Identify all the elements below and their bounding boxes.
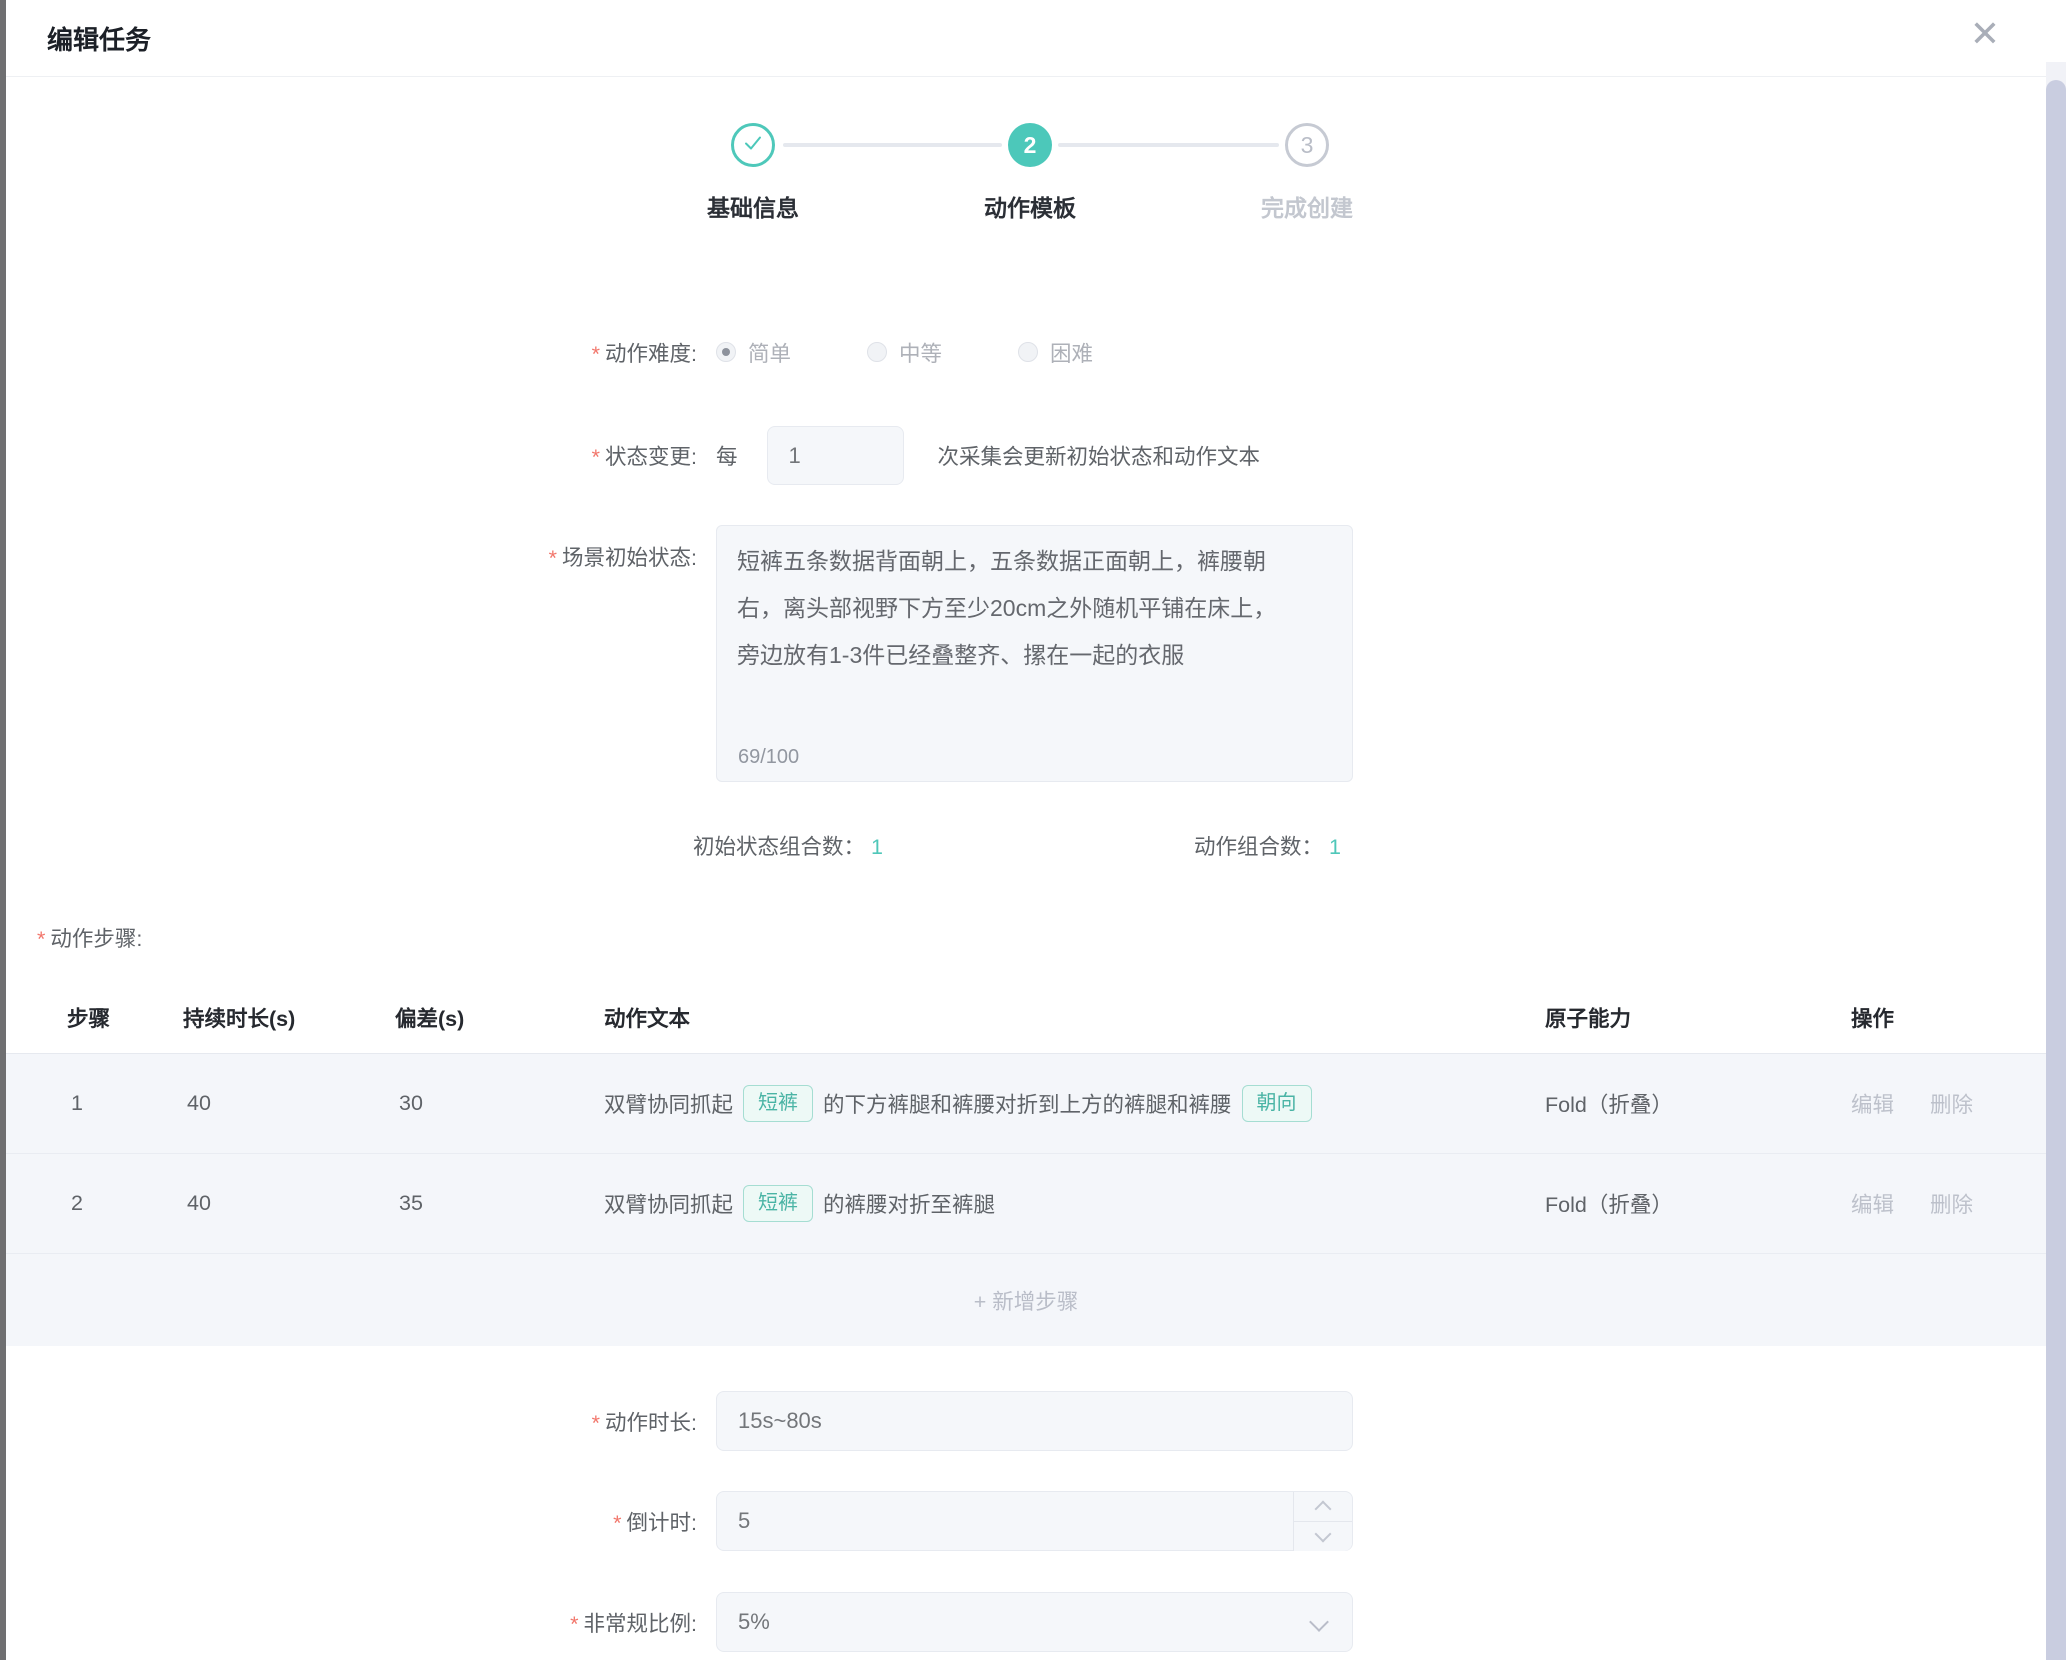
difficulty-label: *动作难度:	[6, 337, 697, 368]
increment-button[interactable]	[1293, 1492, 1352, 1521]
state-change-prefix: 每	[716, 440, 738, 471]
steps-table-header: 步骤 持续时长(s) 偏差(s) 动作文本 原子能力 操作	[6, 978, 2046, 1054]
radio-easy-circle[interactable]	[716, 342, 736, 362]
orientation-tag: 朝向	[1242, 1085, 1312, 1122]
cell-step: 1	[71, 1054, 83, 1153]
dialog-title: 编辑任务	[47, 20, 151, 57]
action-duration-input[interactable]: 15s~80s	[716, 1391, 1353, 1451]
action-text-part: 双臂协同抓起	[604, 1188, 733, 1219]
radio-medium-circle[interactable]	[867, 342, 887, 362]
radio-easy[interactable]: 简单	[716, 337, 791, 368]
radio-hard[interactable]: 困难	[1018, 337, 1093, 368]
cell-step: 2	[71, 1154, 83, 1253]
check-icon	[741, 131, 765, 160]
step-3-pending-circle: 3	[1285, 123, 1329, 167]
action-combo-count: 动作组合数：1	[1194, 830, 1341, 861]
required-asterisk: *	[613, 1511, 621, 1535]
step-2-number: 2	[1024, 132, 1037, 159]
state-change-suffix: 次采集会更新初始状态和动作文本	[938, 440, 1261, 471]
state-change-label: *状态变更:	[6, 440, 697, 471]
col-ability: 原子能力	[1545, 1002, 1631, 1033]
countdown-input[interactable]: 5	[716, 1491, 1353, 1551]
initial-combo-count: 初始状态组合数：1	[693, 830, 883, 861]
edit-task-dialog: 编辑任务 ✕ 2 3 基础信息 动作模板 完成创建 *动作难度: 简单 中等	[0, 0, 2066, 1660]
action-text-part: 的裤腰对折至裤腿	[823, 1188, 995, 1219]
edit-link[interactable]: 编辑	[1851, 1054, 1894, 1153]
difficulty-row: *动作难度: 简单 中等 困难	[6, 330, 1406, 374]
action-steps-label: *动作步骤:	[37, 922, 142, 953]
initial-state-text: 短裤五条数据背面朝上，五条数据正面朝上，裤腰朝右，离头部视野下方至少20cm之外…	[737, 538, 1282, 679]
cell-action-text: 双臂协同抓起 短裤 的裤腰对折至裤腿	[604, 1154, 995, 1253]
step-2-label: 动作模板	[900, 189, 1160, 223]
initial-combo-label: 初始状态组合数：	[693, 835, 865, 859]
step-2-active-circle: 2	[1008, 123, 1052, 167]
char-counter: 69/100	[738, 746, 799, 769]
countdown-label: *倒计时:	[6, 1506, 697, 1537]
cell-deviation: 30	[399, 1054, 423, 1153]
col-step: 步骤	[67, 1002, 110, 1033]
state-change-row: *状态变更: 每 1 次采集会更新初始状态和动作文本	[6, 426, 1806, 485]
dialog-header: 编辑任务 ✕	[6, 0, 2046, 77]
initial-state-label: *场景初始状态:	[6, 525, 697, 572]
table-row: 1 40 30 双臂协同抓起 短裤 的下方裤腿和裤腰对折到上方的裤腿和裤腰 朝向…	[6, 1054, 2046, 1154]
action-combo-value: 1	[1329, 835, 1341, 859]
action-text-part: 双臂协同抓起	[604, 1088, 733, 1119]
edit-link[interactable]: 编辑	[1851, 1154, 1894, 1253]
required-asterisk: *	[592, 342, 600, 366]
step-connector	[783, 143, 1002, 147]
cell-action-text: 双臂协同抓起 短裤 的下方裤腿和裤腰对折到上方的裤腿和裤腰 朝向	[604, 1054, 1322, 1153]
chevron-down-icon	[1309, 1612, 1329, 1632]
add-step-button[interactable]: + 新增步骤	[6, 1254, 2046, 1346]
action-duration-label: *动作时长:	[6, 1406, 697, 1437]
chevron-up-icon	[1315, 1501, 1332, 1518]
state-change-input[interactable]: 1	[767, 426, 904, 485]
radio-hard-label: 困难	[1050, 337, 1093, 368]
delete-link[interactable]: 删除	[1930, 1054, 1973, 1153]
initial-combo-value: 1	[871, 835, 883, 859]
object-tag: 短裤	[743, 1185, 813, 1222]
action-text-part: 的下方裤腿和裤腰对折到上方的裤腿和裤腰	[823, 1088, 1232, 1119]
col-operations: 操作	[1851, 1002, 1894, 1033]
required-asterisk: *	[37, 927, 45, 951]
steps-table-body: 1 40 30 双臂协同抓起 短裤 的下方裤腿和裤腰对折到上方的裤腿和裤腰 朝向…	[6, 1054, 2046, 1346]
required-asterisk: *	[592, 445, 600, 469]
initial-state-textarea[interactable]: 短裤五条数据背面朝上，五条数据正面朝上，裤腰朝右，离头部视野下方至少20cm之外…	[716, 525, 1353, 782]
radio-medium-label: 中等	[899, 337, 942, 368]
countdown-row: *倒计时: 5	[6, 1491, 1406, 1551]
step-3-label: 完成创建	[1177, 189, 1437, 223]
cell-deviation: 35	[399, 1154, 423, 1253]
cell-ability: Fold（折叠）	[1545, 1054, 1673, 1153]
unusual-ratio-label: *非常规比例:	[6, 1607, 697, 1638]
cell-duration: 40	[187, 1054, 211, 1153]
required-asterisk: *	[549, 546, 557, 570]
required-asterisk: *	[570, 1612, 578, 1636]
radio-medium[interactable]: 中等	[867, 337, 942, 368]
difficulty-radio-group: 简单 中等 困难	[716, 337, 1169, 368]
cell-duration: 40	[187, 1154, 211, 1253]
chevron-down-icon	[1315, 1526, 1332, 1543]
required-asterisk: *	[592, 1411, 600, 1435]
radio-easy-label: 简单	[748, 337, 791, 368]
step-connector	[1058, 143, 1279, 147]
step-1-done-circle	[731, 123, 775, 167]
modal-backdrop-edge	[0, 0, 6, 1660]
action-combo-label: 动作组合数：	[1194, 835, 1323, 859]
unusual-ratio-row: *非常规比例: 5%	[6, 1592, 1406, 1652]
cell-ability: Fold（折叠）	[1545, 1154, 1673, 1253]
table-row: 2 40 35 双臂协同抓起 短裤 的裤腰对折至裤腿 Fold（折叠） 编辑 删…	[6, 1154, 2046, 1254]
initial-state-row: *场景初始状态: 短裤五条数据背面朝上，五条数据正面朝上，裤腰朝右，离头部视野下…	[6, 525, 1406, 782]
step-1-label: 基础信息	[623, 189, 883, 223]
step-3-number: 3	[1301, 132, 1314, 159]
col-action-text: 动作文本	[604, 1002, 690, 1033]
action-duration-row: *动作时长: 15s~80s	[6, 1391, 1406, 1451]
object-tag: 短裤	[743, 1085, 813, 1122]
col-deviation: 偏差(s)	[395, 1002, 464, 1033]
decrement-button[interactable]	[1293, 1521, 1352, 1551]
scrollbar-thumb[interactable]	[2046, 80, 2066, 1660]
close-icon[interactable]: ✕	[1970, 16, 2000, 52]
radio-hard-circle[interactable]	[1018, 342, 1038, 362]
delete-link[interactable]: 删除	[1930, 1154, 1973, 1253]
unusual-ratio-select[interactable]: 5%	[716, 1592, 1353, 1652]
col-duration: 持续时长(s)	[183, 1002, 295, 1033]
